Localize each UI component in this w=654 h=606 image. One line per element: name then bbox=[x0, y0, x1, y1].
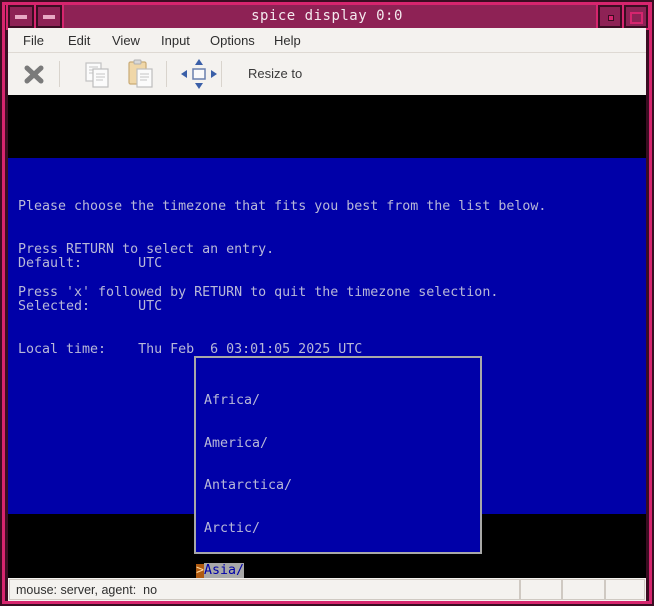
paste-button[interactable] bbox=[120, 57, 162, 91]
shade-button[interactable] bbox=[8, 5, 34, 28]
guest-screen[interactable]: Please choose the timezone that fits you… bbox=[8, 95, 646, 578]
status-message: mouse: server, agent: no bbox=[16, 580, 157, 601]
list-item-antarctica[interactable]: Antarctica/ bbox=[204, 479, 396, 493]
menu-item-help[interactable]: Help bbox=[267, 28, 308, 53]
paste-icon bbox=[120, 57, 162, 91]
restore-button[interactable] bbox=[598, 5, 622, 28]
list-item-asia-selected[interactable]: >Asia/ bbox=[204, 564, 396, 578]
selection-cursor-icon: > bbox=[196, 564, 204, 578]
shade-icon bbox=[15, 15, 27, 19]
info-label-localtime: Local time: bbox=[18, 343, 138, 357]
toolbar-separator-2 bbox=[166, 61, 167, 87]
status-panel-3 bbox=[605, 579, 645, 600]
list-item-africa[interactable]: Africa/ bbox=[204, 394, 396, 408]
menu-bar: File Edit View Input Options Help bbox=[8, 28, 646, 53]
restore-icon bbox=[608, 15, 614, 21]
toolbar-separator-1 bbox=[59, 61, 60, 87]
status-panel-1 bbox=[520, 579, 562, 600]
menu-item-view[interactable]: View bbox=[105, 28, 147, 53]
terminal-blue-region: Please choose the timezone that fits you… bbox=[8, 158, 646, 514]
resize-button[interactable] bbox=[178, 57, 220, 91]
status-panel-2 bbox=[562, 579, 605, 600]
list-item-label: Africa/ bbox=[204, 393, 260, 408]
list-item-label: Arctic/ bbox=[204, 521, 260, 536]
toolbar: Resize to bbox=[8, 53, 646, 95]
menu-item-edit[interactable]: Edit bbox=[61, 28, 97, 53]
menu-item-options[interactable]: Options bbox=[203, 28, 262, 53]
status-bar: mouse: server, agent: no bbox=[8, 578, 646, 601]
minimize-icon bbox=[43, 15, 55, 19]
list-item-label: Antarctica/ bbox=[204, 478, 292, 493]
list-item-arctic[interactable]: Arctic/ bbox=[204, 522, 396, 536]
status-panel-message: mouse: server, agent: no bbox=[9, 579, 520, 600]
resize-to-label: Resize to bbox=[248, 53, 302, 95]
maximize-button[interactable] bbox=[624, 5, 648, 28]
info-row-localtime: Local time:Thu Feb 6 03:01:05 2025 UTC bbox=[18, 343, 362, 357]
info-label-default: Default: bbox=[18, 257, 138, 271]
spice-client-window: spice display 0:0 File Edit View Input O… bbox=[0, 0, 654, 606]
toolbar-separator-3 bbox=[221, 61, 222, 87]
disconnect-icon bbox=[13, 57, 55, 91]
disconnect-button[interactable] bbox=[13, 57, 55, 91]
title-bar[interactable]: spice display 0:0 bbox=[8, 5, 646, 28]
copy-icon bbox=[76, 57, 118, 91]
resize-arrows-icon bbox=[178, 57, 220, 91]
info-row-default: Default:UTC bbox=[18, 257, 362, 271]
timezone-listbox[interactable]: Africa/ America/ Antarctica/ Arctic/ >As… bbox=[194, 356, 482, 554]
info-value-localtime: Thu Feb 6 03:01:05 2025 UTC bbox=[138, 342, 362, 357]
info-value-selected: UTC bbox=[138, 299, 162, 314]
list-item-label: America/ bbox=[204, 436, 268, 451]
timezone-list: Africa/ America/ Antarctica/ Arctic/ >As… bbox=[204, 366, 396, 578]
window-title: spice display 0:0 bbox=[8, 5, 646, 28]
maximize-icon bbox=[630, 12, 643, 24]
copy-button[interactable] bbox=[76, 57, 118, 91]
list-item-label: Asia/ bbox=[204, 563, 244, 578]
info-label-selected: Selected: bbox=[18, 300, 138, 314]
minimize-button[interactable] bbox=[36, 5, 62, 28]
menu-item-file[interactable]: File bbox=[16, 28, 51, 53]
info-value-default: UTC bbox=[138, 256, 162, 271]
list-item-america[interactable]: America/ bbox=[204, 437, 396, 451]
terminal-header-line-1: Please choose the timezone that fits you… bbox=[18, 200, 546, 214]
menu-item-input[interactable]: Input bbox=[154, 28, 197, 53]
info-row-selected: Selected:UTC bbox=[18, 300, 362, 314]
